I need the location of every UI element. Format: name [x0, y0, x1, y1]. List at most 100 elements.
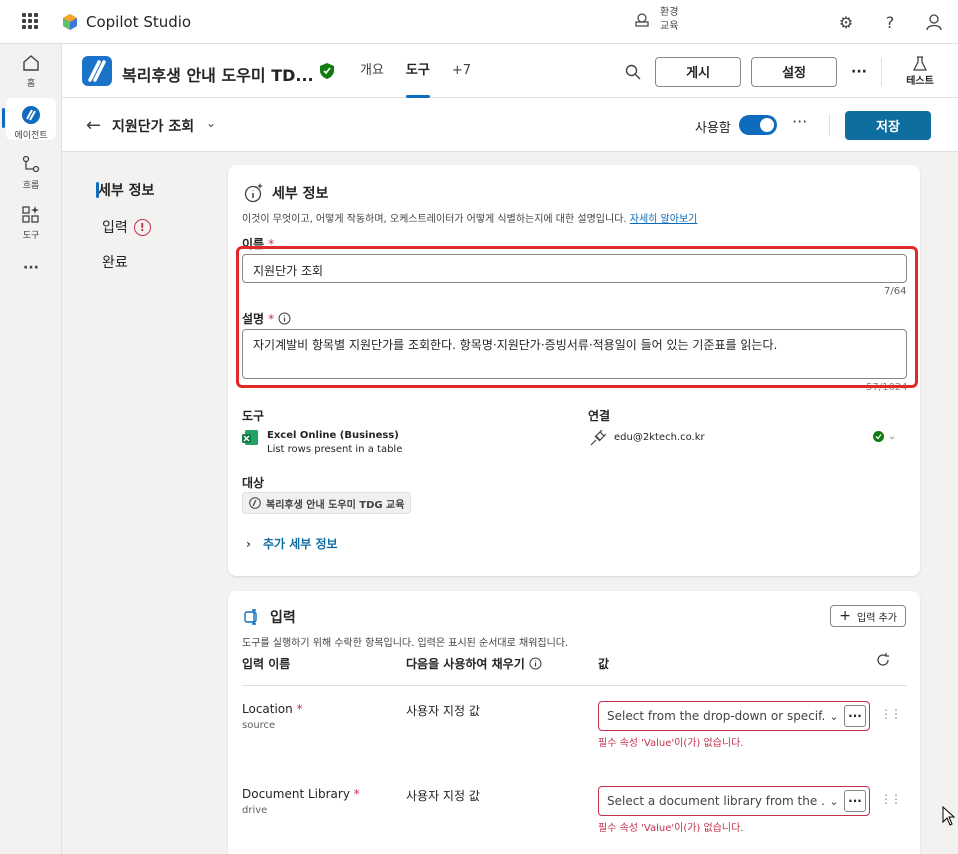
- input-name-document-library-text: Document Library: [242, 787, 350, 801]
- enabled-toggle[interactable]: [739, 115, 777, 135]
- warning-icon: !: [133, 218, 151, 236]
- target-chip-label: 복리후생 안내 도우미 TDG 교육: [266, 499, 405, 511]
- tool-toolbar: ← 지원단가 조회 ⌄ 사용함 ··· 저장: [62, 98, 958, 152]
- rail-label-home: 홈: [26, 79, 36, 89]
- input-sub-document-library: drive: [242, 805, 268, 816]
- rail-label-flows: 흐름: [22, 181, 40, 191]
- tool-info: Excel Online (Business) List rows presen…: [242, 429, 402, 457]
- chevron-down-icon[interactable]: ⌄: [824, 795, 844, 808]
- agent-tabs: 개요 도구 +7: [360, 44, 471, 98]
- column-header-value: 값: [598, 655, 609, 672]
- nav-item-completion[interactable]: 완료: [102, 252, 128, 272]
- inputs-title: 입력: [244, 607, 296, 627]
- person-icon[interactable]: [922, 10, 946, 34]
- chevron-down-icon: ⌄: [888, 431, 897, 442]
- test-label: 테스트: [906, 76, 934, 87]
- connection-info: edu@2ktech.co.kr: [590, 430, 705, 446]
- mouse-cursor-icon: [942, 806, 956, 826]
- enabled-label: 사용함: [695, 121, 731, 136]
- inputs-title-text: 입력: [270, 610, 296, 626]
- header-divider: [242, 685, 907, 686]
- home-icon: [23, 55, 39, 71]
- inputs-card: 입력 + 입력 추가 도구를 실행하기 위해 수락한 항목입니다. 입력은 표시…: [228, 591, 920, 854]
- target-section-label: 대상: [242, 476, 265, 490]
- more-details-toggle[interactable]: › 추가 세부 정보: [246, 535, 338, 552]
- search-icon[interactable]: [621, 64, 645, 80]
- rail-item-home[interactable]: 홈: [0, 52, 62, 89]
- agent-more-button[interactable]: ···: [847, 64, 871, 80]
- tab-tools[interactable]: 도구: [405, 44, 430, 98]
- settings-button[interactable]: 설정: [751, 56, 837, 87]
- connected-check-icon: [873, 431, 884, 442]
- rail-label-tools: 도구: [22, 231, 40, 241]
- column-header-name-text: 입력 이름: [242, 657, 291, 671]
- copilot-logo: [63, 14, 77, 30]
- chevron-down-icon[interactable]: ⌄: [824, 710, 844, 723]
- tab-overview[interactable]: 개요: [360, 44, 384, 98]
- location-value-select[interactable]: Select from the drop-down or specif... ⌄…: [598, 701, 870, 731]
- info-icon[interactable]: [529, 657, 542, 670]
- rail-item-agents[interactable]: 에이전트: [0, 104, 62, 141]
- agent-icon: [22, 106, 40, 124]
- input-name-location: Location *: [242, 702, 303, 716]
- input-name-location-text: Location: [242, 702, 293, 716]
- test-button[interactable]: 테스트: [892, 56, 948, 87]
- column-header-fill: 다음을 사용하여 채우기: [406, 655, 542, 672]
- tool-section-label: 도구: [242, 409, 265, 423]
- settings-icon[interactable]: ⚙: [834, 10, 858, 34]
- plus-icon: +: [839, 608, 852, 624]
- agent-header: 복리후생 안내 도우미 TD... 개요 도구 +7 게시 설정 ··· 테스트: [62, 44, 958, 98]
- rail-item-tools[interactable]: 도구: [0, 204, 62, 241]
- tool-more-button[interactable]: ···: [792, 112, 807, 131]
- document-library-error-text: 필수 속성 'Value'이(가) 없습니다.: [598, 823, 744, 834]
- column-header-value-text: 값: [598, 657, 610, 671]
- app-launcher-icon[interactable]: [22, 13, 38, 29]
- nav-item-details[interactable]: 세부 정보: [95, 180, 155, 200]
- required-mark: *: [296, 702, 303, 716]
- flow-icon: [22, 155, 40, 173]
- publish-button[interactable]: 게시: [655, 56, 742, 87]
- tools-icon: [22, 206, 39, 223]
- connection-account: edu@2ktech.co.kr: [614, 432, 705, 443]
- details-title: 세부 정보: [244, 183, 328, 203]
- document-library-value-select[interactable]: Select a document library from the ... ⌄…: [598, 786, 870, 816]
- drag-handle-icon[interactable]: ⋮⋮: [880, 707, 902, 721]
- input-fill-document-library: 사용자 지정 값: [406, 789, 480, 803]
- details-title-text: 세부 정보: [272, 186, 329, 202]
- nav-label-details: 세부 정보: [98, 183, 155, 199]
- save-button[interactable]: 저장: [845, 111, 931, 140]
- details-description: 이것이 무엇이고, 어떻게 작동하며, 오케스트레이터가 어떻게 식별하는지에 …: [242, 210, 697, 225]
- flask-icon: [913, 56, 927, 71]
- nav-item-inputs[interactable]: 입력 !: [102, 217, 151, 237]
- learn-more-link[interactable]: 자세히 알아보기: [630, 214, 698, 225]
- divider: [881, 57, 882, 86]
- add-input-button[interactable]: + 입력 추가: [830, 605, 906, 627]
- agent-logo: [82, 56, 112, 86]
- column-header-name: 입력 이름: [242, 655, 290, 672]
- refresh-icon[interactable]: [876, 653, 890, 670]
- environment-label: 환경: [660, 7, 679, 18]
- rail-item-flows[interactable]: 흐름: [0, 154, 62, 191]
- column-header-fill-text: 다음을 사용하여 채우기: [406, 657, 525, 671]
- chevron-right-icon: ›: [246, 536, 251, 551]
- chevron-down-icon[interactable]: ⌄: [206, 116, 216, 130]
- agent-title: 복리후생 안내 도우미 TD...: [122, 66, 314, 85]
- divider: [829, 114, 830, 136]
- plug-icon: [590, 430, 606, 446]
- drag-handle-icon[interactable]: ⋮⋮: [880, 792, 902, 806]
- rail-more-button[interactable]: ···: [0, 260, 62, 276]
- rail-label-agents: 에이전트: [14, 131, 48, 141]
- back-arrow-icon[interactable]: ←: [86, 115, 101, 136]
- shield-check-icon: [320, 63, 334, 79]
- environment-icon: [635, 13, 649, 27]
- connection-status-picker[interactable]: ⌄: [873, 431, 896, 442]
- environment-picker[interactable]: 환경 교육: [634, 6, 678, 34]
- help-icon[interactable]: ?: [878, 10, 902, 34]
- document-library-more-button[interactable]: ···: [844, 790, 866, 812]
- tab-more[interactable]: +7: [452, 44, 471, 98]
- inputs-description: 도구를 실행하기 위해 수락한 항목입니다. 입력은 표시된 순서대로 채워집니…: [242, 638, 569, 649]
- input-sub-location: source: [242, 720, 276, 731]
- tool-action-name: List rows present in a table: [267, 444, 403, 455]
- top-bar: Copilot Studio 환경 교육 ⚙ ?: [0, 0, 958, 44]
- location-more-button[interactable]: ···: [844, 705, 866, 727]
